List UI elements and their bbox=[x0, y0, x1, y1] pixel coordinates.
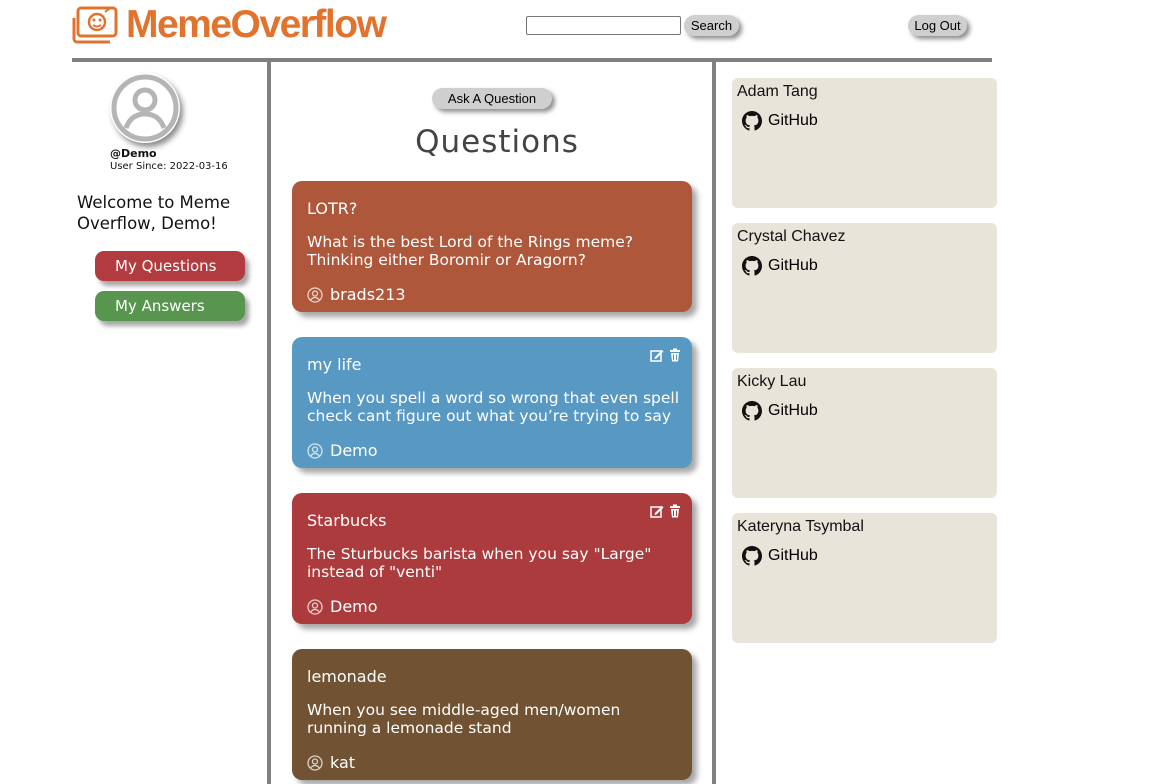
question-author: Demo bbox=[307, 597, 378, 616]
question-author: kat bbox=[307, 753, 355, 772]
user-circle-icon bbox=[307, 754, 323, 771]
github-link[interactable]: GitHub bbox=[742, 546, 818, 566]
question-card[interactable]: LOTR? What is the best Lord of the Rings… bbox=[292, 181, 692, 312]
brand-name: MemeOverflow bbox=[126, 3, 387, 46]
right-column-divider bbox=[712, 62, 716, 784]
brand-logo[interactable]: MemeOverflow bbox=[72, 3, 387, 46]
github-icon bbox=[742, 546, 762, 566]
github-link[interactable]: GitHub bbox=[742, 256, 818, 276]
question-title[interactable]: Starbucks bbox=[307, 511, 387, 530]
search-button[interactable]: Search bbox=[684, 15, 739, 36]
question-body: What is the best Lord of the Rings meme?… bbox=[307, 233, 633, 269]
logout-button[interactable]: Log Out bbox=[908, 15, 967, 36]
search-input[interactable] bbox=[526, 16, 681, 35]
github-icon bbox=[742, 111, 762, 131]
question-author-name: Demo bbox=[330, 441, 378, 460]
left-column-divider bbox=[267, 62, 271, 784]
question-author-name: brads213 bbox=[330, 285, 406, 304]
question-author: Demo bbox=[307, 441, 378, 460]
question-body: When you see middle-aged men/women runni… bbox=[307, 701, 621, 737]
github-link-label: GitHub bbox=[768, 257, 818, 274]
developer-card: Crystal Chavez GitHub bbox=[732, 223, 997, 353]
user-avatar-icon bbox=[110, 73, 180, 143]
profile-member-since: User Since: 2022-03-16 bbox=[110, 161, 228, 172]
edit-icon[interactable] bbox=[650, 504, 664, 518]
github-icon bbox=[742, 401, 762, 421]
question-actions bbox=[650, 504, 682, 518]
question-card[interactable]: Starbucks The Sturbucks barista when you… bbox=[292, 493, 692, 624]
header-divider bbox=[72, 58, 992, 62]
github-icon bbox=[742, 256, 762, 276]
my-answers-button[interactable]: My Answers bbox=[95, 291, 245, 321]
my-questions-button[interactable]: My Questions bbox=[95, 251, 245, 281]
developer-name: Crystal Chavez bbox=[737, 228, 846, 245]
question-card[interactable]: my life When you spell a word so wrong t… bbox=[292, 337, 692, 468]
question-title[interactable]: my life bbox=[307, 355, 362, 374]
user-circle-icon bbox=[307, 286, 323, 303]
trash-icon[interactable] bbox=[668, 348, 682, 362]
avatar[interactable] bbox=[110, 73, 180, 143]
question-actions bbox=[650, 348, 682, 362]
question-author-name: kat bbox=[330, 753, 356, 772]
github-link-label: GitHub bbox=[768, 547, 818, 564]
profile-username: @Demo bbox=[110, 147, 157, 160]
question-body: The Sturbucks barista when you say "Larg… bbox=[307, 545, 652, 581]
welcome-message: Welcome to Meme Overflow, Demo! bbox=[77, 193, 231, 233]
question-title[interactable]: LOTR? bbox=[307, 199, 357, 218]
github-link-label: GitHub bbox=[768, 112, 818, 129]
github-link[interactable]: GitHub bbox=[742, 401, 818, 421]
developer-card: Kateryna Tsymbal GitHub bbox=[732, 513, 997, 643]
developer-name: Kateryna Tsymbal bbox=[737, 518, 864, 535]
github-link-label: GitHub bbox=[768, 402, 818, 419]
developer-card: Adam Tang GitHub bbox=[732, 78, 997, 208]
ask-question-button[interactable]: Ask A Question bbox=[432, 88, 552, 109]
question-author-name: Demo bbox=[330, 597, 378, 616]
user-circle-icon bbox=[307, 598, 323, 615]
developer-name: Adam Tang bbox=[737, 83, 818, 100]
question-title[interactable]: lemonade bbox=[307, 667, 387, 686]
question-card[interactable]: lemonade When you see middle-aged men/wo… bbox=[292, 649, 692, 780]
edit-icon[interactable] bbox=[650, 348, 664, 362]
laptop-meme-icon bbox=[72, 6, 120, 44]
question-body: When you spell a word so wrong that even… bbox=[307, 389, 680, 425]
developer-card: Kicky Lau GitHub bbox=[732, 368, 997, 498]
trash-icon[interactable] bbox=[668, 504, 682, 518]
question-author: brads213 bbox=[307, 285, 406, 304]
user-circle-icon bbox=[307, 442, 323, 459]
github-link[interactable]: GitHub bbox=[742, 111, 818, 131]
developer-name: Kicky Lau bbox=[737, 373, 807, 390]
page-title: Questions bbox=[415, 124, 579, 160]
